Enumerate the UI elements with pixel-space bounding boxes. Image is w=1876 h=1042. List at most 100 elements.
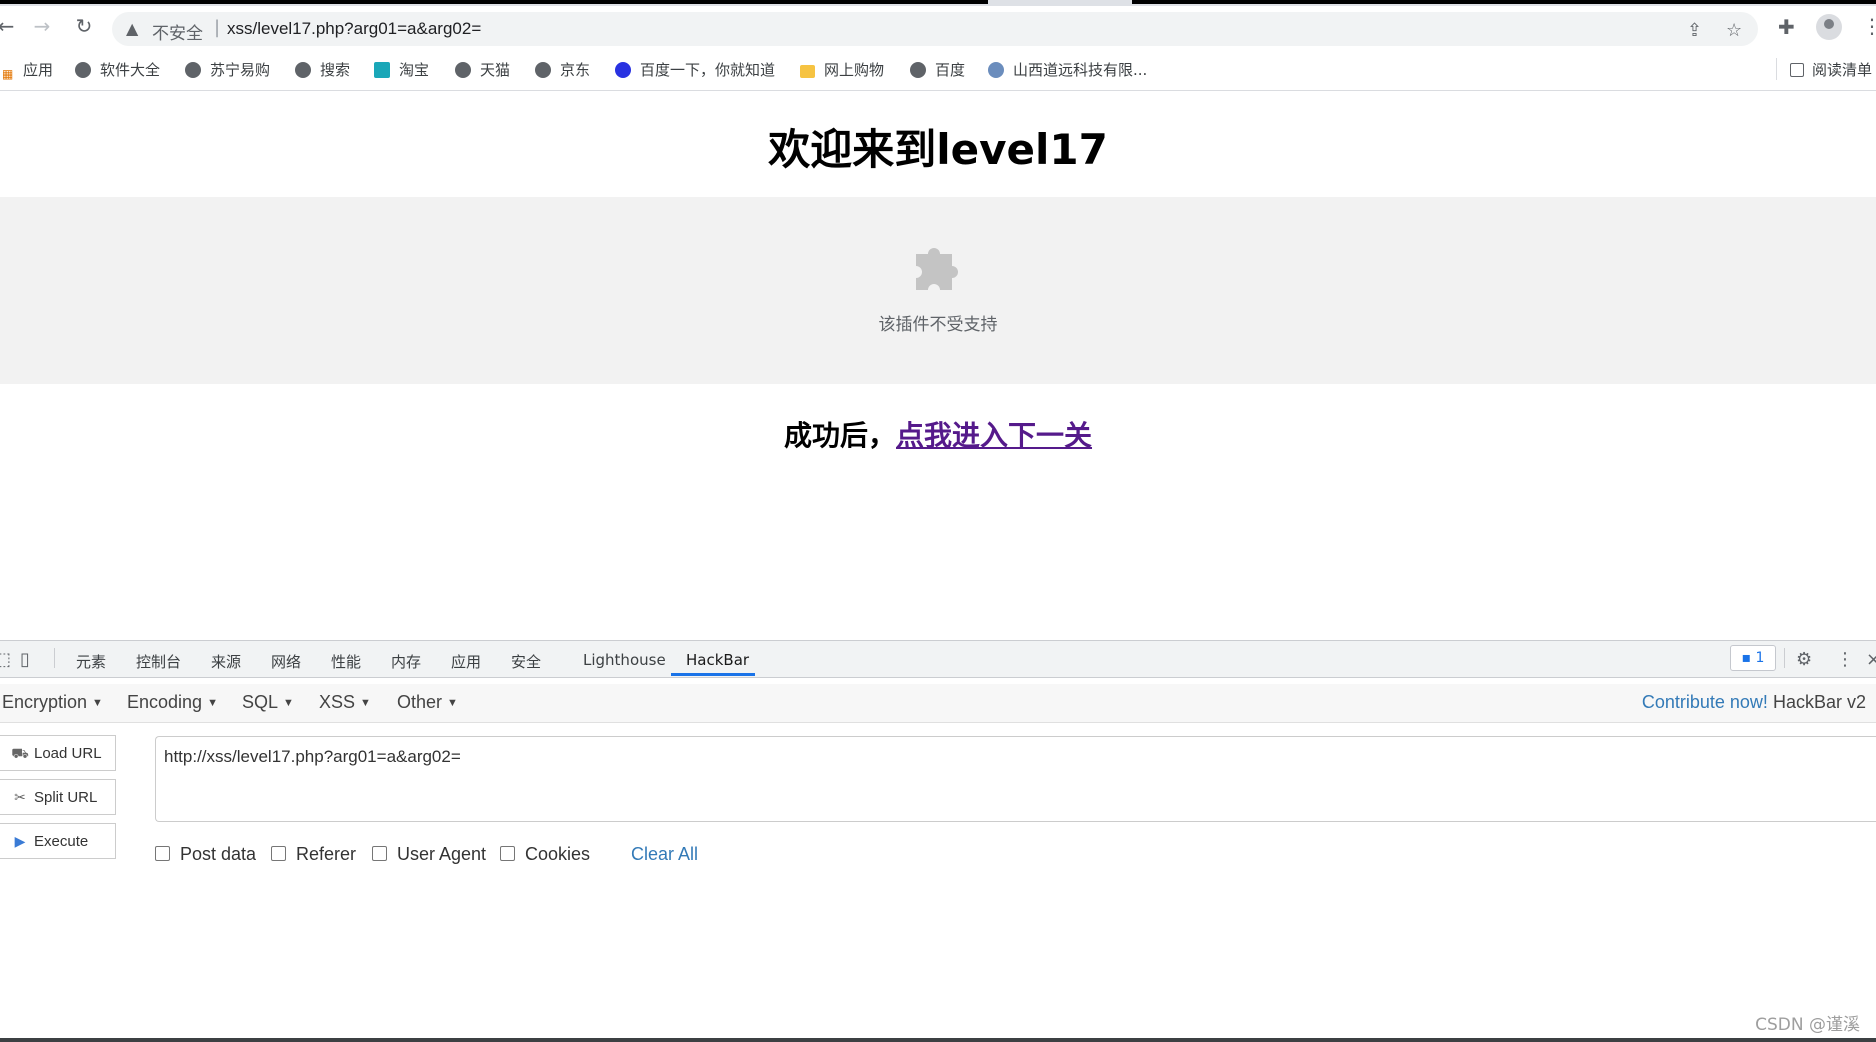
clear-all-link[interactable]: Clear All — [631, 844, 698, 865]
scissors-icon: ✂ — [14, 789, 26, 805]
success-line: 成功后，点我进入下一关 — [0, 414, 1876, 454]
devtools-tabbar: ⬚ ▯ 元素 控制台 来源 网络 性能 内存 应用 安全 Lighthouse … — [0, 640, 1876, 678]
caret-down-icon: ▼ — [447, 697, 458, 709]
globe-icon — [185, 62, 201, 78]
separator: | — [214, 17, 221, 38]
baidu-icon — [615, 62, 631, 78]
tab-elements[interactable]: 元素 — [76, 651, 106, 672]
bookmark-item[interactable]: 百度 — [910, 59, 965, 80]
menu-xss[interactable]: XSS ▼ — [319, 692, 371, 713]
toolbar-border — [0, 90, 1876, 91]
active-tab-indicator — [671, 673, 755, 676]
page-title: 欢迎来到level17 — [768, 125, 1108, 174]
warning-icon[interactable]: ▲ — [126, 19, 138, 38]
load-url-button[interactable]: ⛟ Load URL — [0, 735, 116, 771]
bookmark-item[interactable]: 搜索 — [295, 59, 350, 80]
bookmark-item[interactable]: 苏宁易购 — [185, 59, 270, 80]
next-level-link[interactable]: 点我进入下一关 — [896, 419, 1092, 452]
puzzle-icon — [916, 248, 958, 290]
contribute-area: Contribute now! HackBar v2 — [1642, 692, 1866, 713]
tab-network[interactable]: 网络 — [271, 651, 301, 672]
success-prefix: 成功后， — [783, 419, 896, 452]
url-text[interactable]: xss/level17.php?arg01=a&arg02= — [227, 19, 481, 39]
user-agent-checkbox[interactable] — [372, 846, 387, 861]
bottom-border — [0, 1038, 1876, 1042]
menu-encoding[interactable]: Encoding ▼ — [127, 692, 218, 713]
folder-icon — [800, 65, 815, 78]
devtools-divider — [54, 648, 55, 668]
site-icon — [988, 62, 1004, 78]
menu-other[interactable]: Other ▼ — [397, 692, 458, 713]
tab-hackbar[interactable]: HackBar — [686, 651, 749, 669]
globe-icon — [535, 62, 551, 78]
apps-grid-icon: ▦ — [2, 67, 14, 81]
extensions-icon[interactable]: ✚ — [1778, 15, 1795, 39]
bookmarks-bar: ▦ 应用 软件大全 苏宁易购 搜索 淘宝 天猫 京东 百度一下，你就知道 网上购物… — [0, 52, 1876, 86]
inspect-icon[interactable]: ⬚ — [0, 649, 11, 670]
referer-checkbox[interactable] — [271, 846, 286, 861]
post-data-checkbox[interactable] — [155, 846, 170, 861]
back-icon[interactable]: ← — [0, 14, 18, 38]
reload-icon[interactable]: ↻ — [72, 14, 96, 38]
settings-gear-icon[interactable]: ⚙ — [1796, 649, 1812, 670]
caret-down-icon: ▼ — [283, 697, 294, 709]
play-icon: ▶ — [14, 833, 26, 849]
caret-down-icon: ▼ — [207, 697, 218, 709]
forward-icon[interactable]: → — [30, 14, 54, 38]
bookmark-item[interactable]: 淘宝 — [374, 59, 429, 80]
bookmark-item[interactable]: 天猫 — [455, 59, 510, 80]
star-icon[interactable]: ☆ — [1726, 20, 1742, 41]
tab-lighthouse[interactable]: Lighthouse — [583, 651, 666, 669]
url-textarea[interactable]: http://xss/level17.php?arg01=a&arg02= — [155, 736, 1876, 822]
watermark: CSDN @谨溪 — [1755, 1015, 1860, 1035]
globe-icon — [75, 62, 91, 78]
devtools-menu-icon[interactable]: ⋮ — [1836, 649, 1854, 670]
caret-down-icon: ▼ — [360, 697, 371, 709]
split-url-button[interactable]: ✂ Split URL — [0, 779, 116, 815]
insecure-label[interactable]: 不安全 — [152, 19, 203, 44]
profile-avatar[interactable] — [1816, 14, 1842, 40]
toolbar: ← → ↻ ▲ 不安全 | xss/level17.php?arg01=a&ar… — [0, 6, 1876, 46]
bookmark-item[interactable]: 软件大全 — [75, 59, 160, 80]
tab-performance[interactable]: 性能 — [331, 651, 361, 672]
globe-icon — [295, 62, 311, 78]
share-icon[interactable]: ⇪ — [1687, 20, 1702, 41]
plugin-unsupported-text: 该插件不受支持 — [878, 315, 998, 335]
globe-icon — [455, 62, 471, 78]
bookmark-apps[interactable]: ▦ 应用 — [2, 59, 53, 82]
device-toggle-icon[interactable]: ▯ — [20, 649, 30, 670]
menu-icon[interactable]: ⋮ — [1862, 14, 1876, 38]
post-data-option[interactable]: Post data — [155, 844, 256, 865]
close-devtools-icon[interactable]: × — [1866, 649, 1876, 670]
bookmark-folder[interactable]: 网上购物 — [800, 59, 884, 80]
user-agent-option[interactable]: User Agent — [372, 844, 486, 865]
bookmark-item[interactable]: 百度一下，你就知道 — [615, 59, 775, 80]
address-bar[interactable]: ▲ 不安全 | xss/level17.php?arg01=a&arg02= ⇪… — [112, 12, 1758, 46]
tab-application[interactable]: 应用 — [451, 651, 481, 672]
bookmarks-divider — [1776, 58, 1777, 80]
cookies-option[interactable]: Cookies — [500, 844, 590, 865]
reading-list[interactable]: 阅读清单 — [1790, 59, 1872, 80]
tab-sources[interactable]: 来源 — [211, 651, 241, 672]
bookmark-item[interactable]: 山西道远科技有限... — [988, 59, 1147, 80]
hackbar-version: HackBar v2 — [1772, 692, 1866, 712]
message-icon: ▪ — [1741, 650, 1752, 666]
bookmark-item[interactable]: 京东 — [535, 59, 590, 80]
tab-edge — [0, 0, 988, 4]
contribute-link[interactable]: Contribute now! — [1642, 692, 1768, 712]
taobao-icon — [374, 62, 390, 78]
tab-memory[interactable]: 内存 — [391, 651, 421, 672]
devtools-divider — [1784, 648, 1785, 668]
tab-edge — [1132, 0, 1876, 4]
globe-icon — [910, 62, 926, 78]
referer-option[interactable]: Referer — [271, 844, 356, 865]
cookies-checkbox[interactable] — [500, 846, 515, 861]
issues-badge[interactable]: ▪ 1 — [1730, 645, 1776, 671]
tab-console[interactable]: 控制台 — [136, 651, 181, 672]
execute-button[interactable]: ▶ Execute — [0, 823, 116, 859]
menu-encryption[interactable]: Encryption ▼ — [2, 692, 103, 713]
hackbar-menu: Encryption ▼ Encoding ▼ SQL ▼ XSS ▼ Other ▼ C… — [0, 684, 1876, 723]
menu-sql[interactable]: SQL ▼ — [242, 692, 294, 713]
tab-security[interactable]: 安全 — [511, 651, 541, 672]
reading-list-icon — [1790, 63, 1804, 77]
